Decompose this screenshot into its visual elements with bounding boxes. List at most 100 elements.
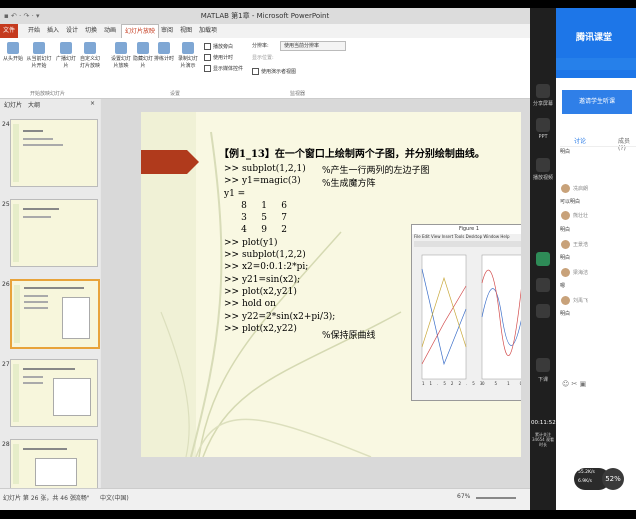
ribbon: 从头开始 从当前幻灯片开始 广播幻灯片 自定义幻灯片放映 设置幻灯片放映 隐藏幻… [0, 38, 530, 99]
setup-show-button[interactable]: 设置幻灯片放映 [110, 42, 132, 70]
chat-message: 明白 [560, 255, 571, 261]
tab-discussion[interactable]: 讨论 [574, 136, 586, 145]
code-block: >> subplot(1,2,1) >> y1=magic(3) y1 = 8 1 … [224, 163, 335, 335]
button-label: 从头开始 [2, 56, 23, 62]
title-bar: ▪ ↶ · ↷ · ▾ MATLAB 第1章 - Microsoft Power… [0, 8, 530, 24]
thumb-text-line [23, 382, 43, 384]
button-label: 排练计时 [154, 56, 175, 62]
speaker-icon[interactable] [536, 278, 550, 292]
current-slide[interactable]: 【例1_13】在一个窗口上绘制两个子图，并分别绘制曲线。 >> subplot(… [141, 112, 521, 457]
screen-top-border [0, 0, 636, 8]
red-tab-shape [141, 150, 199, 174]
slide-thumbnail-25[interactable] [10, 199, 98, 267]
comment-line: %产生一行两列的左边子图 [322, 166, 430, 176]
tab-design[interactable]: 设计 [63, 24, 81, 38]
invite-students-button[interactable]: 邀请学生听课 [562, 90, 632, 114]
figure-menu: File Edit View Insert Tools Desktop Wind… [414, 234, 510, 239]
code-line: >> plot(x2,y21) [224, 286, 297, 297]
rehearse-timings-button[interactable]: 排练计时 [154, 42, 174, 63]
slide-thumbnail-24[interactable] [10, 119, 98, 187]
checkbox-label: 显示媒体控件 [213, 66, 244, 72]
tencent-classroom-panel: 分享屏幕 PPT 播放视频 下课 00:11:52 累计关注 34654 观看时… [530, 8, 636, 510]
status-bar: 幻灯片 第 26 张，共 46 张 "流畅" 中文(中国) 67% [0, 488, 530, 511]
share-screen-label: 分享屏幕 [532, 101, 553, 107]
thumb-text-line [23, 448, 67, 450]
resolution-label: 分辨率: [252, 43, 269, 49]
thumb-band [14, 285, 20, 343]
chat-sender: 熊壮壮 [573, 213, 589, 219]
slide-thumbnail-27[interactable] [10, 359, 98, 427]
play-video-label: 播放视频 [532, 175, 553, 181]
music-icon[interactable] [536, 304, 550, 318]
thumb-text-line [24, 287, 84, 289]
tab-review[interactable]: 审阅 [158, 24, 176, 38]
chat-sender: 王景浩 [573, 242, 589, 248]
thumb-band [13, 364, 19, 422]
emoji-icon[interactable]: ☺ ✂ ▣ [562, 380, 586, 388]
play-video-icon[interactable] [536, 158, 550, 172]
broadcast-icon [60, 42, 72, 54]
tab-view[interactable]: 视图 [177, 24, 195, 38]
button-label: 设置幻灯片放映 [110, 56, 131, 69]
tabs-divider [560, 146, 636, 147]
zoom-slider[interactable] [476, 497, 516, 499]
thumb-text-line [23, 368, 75, 370]
record-show-button[interactable]: 录制幻灯片演示 [176, 42, 200, 70]
tab-insert[interactable]: 插入 [44, 24, 62, 38]
figure-title: Figure 1 [412, 225, 521, 234]
matlab-figure-window: Figure 1 File Edit View Insert Tools Des… [411, 224, 521, 401]
tab-transitions[interactable]: 切换 [82, 24, 100, 38]
end-class-icon[interactable] [536, 358, 550, 372]
tab-outline-pane[interactable]: 大纲 [28, 100, 40, 109]
thumb-figure [62, 297, 90, 339]
custom-show-icon [84, 42, 96, 54]
tab-members[interactable]: 成员(?) [618, 136, 636, 152]
slide-thumbnail-26[interactable] [10, 279, 100, 349]
broadcast-button[interactable]: 广播幻灯片 [56, 42, 76, 70]
hide-slide-button[interactable]: 隐藏幻灯片 [133, 42, 153, 70]
presenter-view-checkbox[interactable]: 使用演示者视图 [252, 68, 296, 76]
from-beginning-button[interactable]: 从头开始 [2, 42, 24, 63]
thumb-text-line [23, 138, 53, 140]
custom-show-button[interactable]: 自定义幻灯片放映 [78, 42, 102, 70]
button-label: 隐藏幻灯片 [133, 56, 154, 69]
tencent-logo: 腾讯课堂 [576, 33, 613, 43]
tab-animations[interactable]: 动画 [101, 24, 119, 38]
thumb-figure [53, 378, 91, 416]
mic-icon[interactable] [536, 252, 550, 266]
resolution-dropdown[interactable]: 使用当前分辨率 [280, 41, 346, 51]
code-line: y1 = [224, 188, 246, 199]
figure-plots [421, 254, 521, 380]
from-current-button[interactable]: 从当前幻灯片开始 [26, 42, 52, 70]
record-icon [182, 42, 194, 54]
code-line: >> y22=2*sin(x2+pi/3); [224, 311, 336, 322]
chat-message: 可以明白 [560, 199, 581, 205]
chat-message: 明白 [560, 149, 571, 155]
show-on-label: 显示位置: [252, 55, 274, 61]
share-screen-icon[interactable] [536, 84, 550, 98]
ppt-icon[interactable] [536, 118, 550, 132]
tab-home[interactable]: 开始 [25, 24, 43, 38]
slide-editing-area: 【例1_13】在一个窗口上绘制两个子图，并分别绘制曲线。 >> subplot(… [101, 99, 530, 488]
avatar [561, 240, 570, 249]
thumb-figure [35, 458, 77, 486]
use-timings-checkbox[interactable]: 使用计时 [204, 54, 233, 62]
checkbox-box [204, 43, 211, 50]
group-start-slideshow: 开始放映幻灯片 [30, 91, 66, 97]
language[interactable]: 中文(中国) [100, 493, 129, 502]
show-media-controls-checkbox[interactable]: 显示媒体控件 [204, 65, 243, 73]
class-timer: 00:11:52 [531, 420, 556, 426]
zoom-level[interactable]: 67% [457, 493, 470, 500]
tab-file[interactable]: 文件 [0, 24, 19, 38]
slide-thumbnail-28[interactable] [10, 439, 98, 489]
play-narrations-checkbox[interactable]: 播放旁白 [204, 43, 233, 51]
checkbox-box [204, 54, 211, 61]
button-label: 自定义幻灯片放映 [79, 56, 100, 69]
comment-line: %生成魔方阵 [322, 179, 376, 189]
tab-addins[interactable]: 加载项 [196, 24, 220, 38]
tab-slideshow[interactable]: 幻灯片放映 [121, 24, 160, 39]
powerpoint-window: ▪ ↶ · ↷ · ▾ MATLAB 第1章 - Microsoft Power… [0, 8, 530, 511]
close-icon[interactable]: × [90, 100, 95, 107]
thumb-text-line [23, 208, 59, 210]
tab-slides-pane[interactable]: 幻灯片 [4, 100, 22, 109]
